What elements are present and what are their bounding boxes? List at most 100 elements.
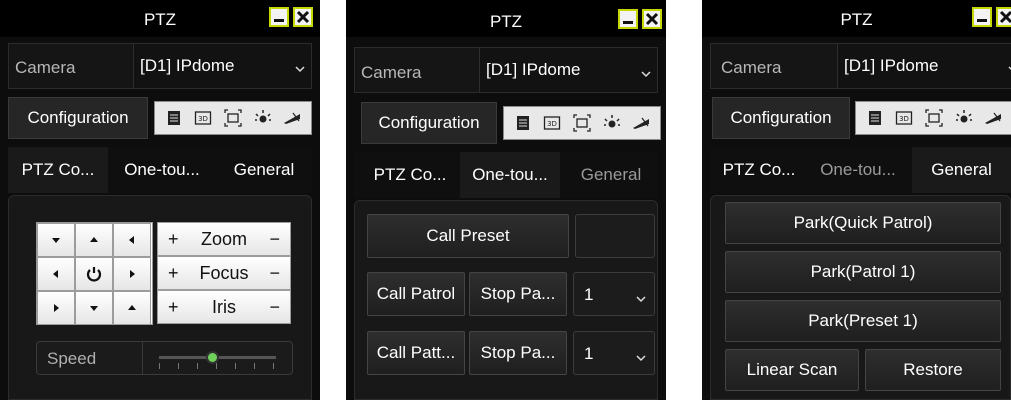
camera-label: Camera [15,58,76,77]
arrow-down-icon [52,238,60,243]
park-patrol-1-button[interactable]: Park(Patrol 1) [725,251,1001,293]
list-icon[interactable] [164,108,184,128]
focus-plus-button[interactable]: + [168,263,179,284]
close-icon [645,12,659,26]
close-button[interactable] [642,9,662,29]
title-bar: PTZ [0,0,320,37]
patrol-select[interactable]: 1 [573,272,655,316]
arrow-down-icon [90,306,98,311]
arrow-up-icon [128,305,136,310]
pan-right-button[interactable] [113,257,151,291]
camera-select[interactable]: [D1] IPdome [837,44,1011,88]
fullscreen-icon[interactable] [572,113,592,133]
close-button[interactable] [293,7,313,27]
iris-minus-button[interactable]: − [269,297,280,318]
light-icon[interactable] [253,108,273,128]
camera-row: Camera [D1] IPdome [8,43,312,89]
minimize-button[interactable] [269,7,289,27]
tab-one-touch[interactable]: One-tou... [808,147,908,193]
tab-ptz-control[interactable]: PTZ Co... [712,147,806,193]
window-title: PTZ [840,10,873,29]
tab-ptz-control[interactable]: PTZ Co... [362,152,458,198]
arrow-left-icon [53,270,58,278]
camera-select-value: [D1] IPdome [844,56,939,75]
minimize-button[interactable] [618,9,638,29]
light-icon[interactable] [602,113,622,133]
tab-one-touch[interactable]: One-tou... [112,147,212,193]
restore-button[interactable]: Restore [865,349,1001,391]
camera-row: Camera [D1] IPdome [354,47,658,93]
arrow-up-icon [90,237,98,242]
close-button[interactable] [996,7,1011,27]
linear-scan-button[interactable]: Linear Scan [725,349,859,391]
zoom-minus-button[interactable]: − [269,229,280,250]
list-icon[interactable] [513,113,533,133]
pattern-select[interactable]: 1 [573,331,655,375]
auto-rotate-icon [86,267,102,282]
pan-down-left-button[interactable] [37,291,75,325]
close-icon [296,10,310,24]
camera-label: Camera [721,58,782,77]
wiper-icon[interactable] [631,113,651,133]
call-pattern-button[interactable]: Call Patt... [367,331,465,375]
configuration-button[interactable]: Configuration [361,102,497,144]
iris-plus-button[interactable]: + [168,297,179,318]
arrow-left-icon [129,236,134,244]
focus-control[interactable]: + Focus − [157,256,291,290]
pan-up-right-button[interactable] [113,223,151,257]
tab-bar: PTZ Co... One-tou... General [710,147,1011,193]
tab-bar: PTZ Co... One-tou... General [354,152,658,198]
zoom-control[interactable]: + Zoom − [157,222,291,256]
minimize-button[interactable] [972,7,992,27]
auto-pan-button[interactable] [75,257,113,291]
list-icon[interactable] [865,108,885,128]
3d-icon[interactable]: 3D [193,108,213,128]
chevron-down-icon [636,348,646,362]
chevron-down-icon [641,66,651,78]
tab-one-touch[interactable]: One-tou... [460,152,560,198]
ptz-toolbar: 3D [855,101,1011,135]
3d-icon[interactable]: 3D [894,108,914,128]
speed-row: Speed [36,341,293,375]
wiper-icon[interactable] [983,108,1003,128]
pan-up-left-button[interactable] [37,223,75,257]
camera-select[interactable]: [D1] IPdome [479,48,657,92]
fullscreen-icon[interactable] [924,108,944,128]
preset-number-field[interactable] [575,214,655,258]
tab-content: Call Preset Call Patrol Stop Pa... 1 Cal… [354,200,658,400]
chevron-down-icon [636,289,646,303]
tab-general[interactable]: General [912,147,1011,193]
pan-down-right-button[interactable] [113,291,151,325]
camera-row: Camera [D1] IPdome [710,43,1011,89]
tab-general[interactable]: General [216,147,312,193]
focus-minus-button[interactable]: − [269,263,280,284]
light-icon[interactable] [954,108,974,128]
pan-up-button[interactable] [75,223,113,257]
fullscreen-icon[interactable] [223,108,243,128]
camera-select[interactable]: [D1] IPdome [133,44,311,88]
pan-left-button[interactable] [37,257,75,291]
stop-patrol-button[interactable]: Stop Pa... [469,272,567,316]
3d-icon[interactable]: 3D [542,113,562,133]
configuration-button[interactable]: Configuration [712,97,850,139]
speed-slider[interactable] [142,342,290,374]
wiper-icon[interactable] [282,108,302,128]
camera-select-value: [D1] IPdome [140,56,235,75]
pan-down-button[interactable] [75,291,113,325]
arrow-right-icon [54,304,59,312]
tab-general[interactable]: General [564,152,658,198]
ptz-toolbar: 3D [503,106,661,140]
patrol-select-value: 1 [584,285,594,304]
title-bar: PTZ [346,0,666,37]
tab-bar: PTZ Co... One-tou... General [8,147,312,193]
iris-control[interactable]: + Iris − [157,290,291,324]
tab-ptz-control[interactable]: PTZ Co... [8,147,108,193]
zoom-plus-button[interactable]: + [168,229,179,250]
park-preset-1-button[interactable]: Park(Preset 1) [725,300,1001,342]
call-preset-button[interactable]: Call Preset [367,214,569,258]
configuration-button[interactable]: Configuration [8,97,148,139]
close-icon [999,10,1011,24]
park-quick-patrol-button[interactable]: Park(Quick Patrol) [725,202,1001,244]
call-patrol-button[interactable]: Call Patrol [367,272,465,316]
stop-pattern-button[interactable]: Stop Pa... [469,331,567,375]
